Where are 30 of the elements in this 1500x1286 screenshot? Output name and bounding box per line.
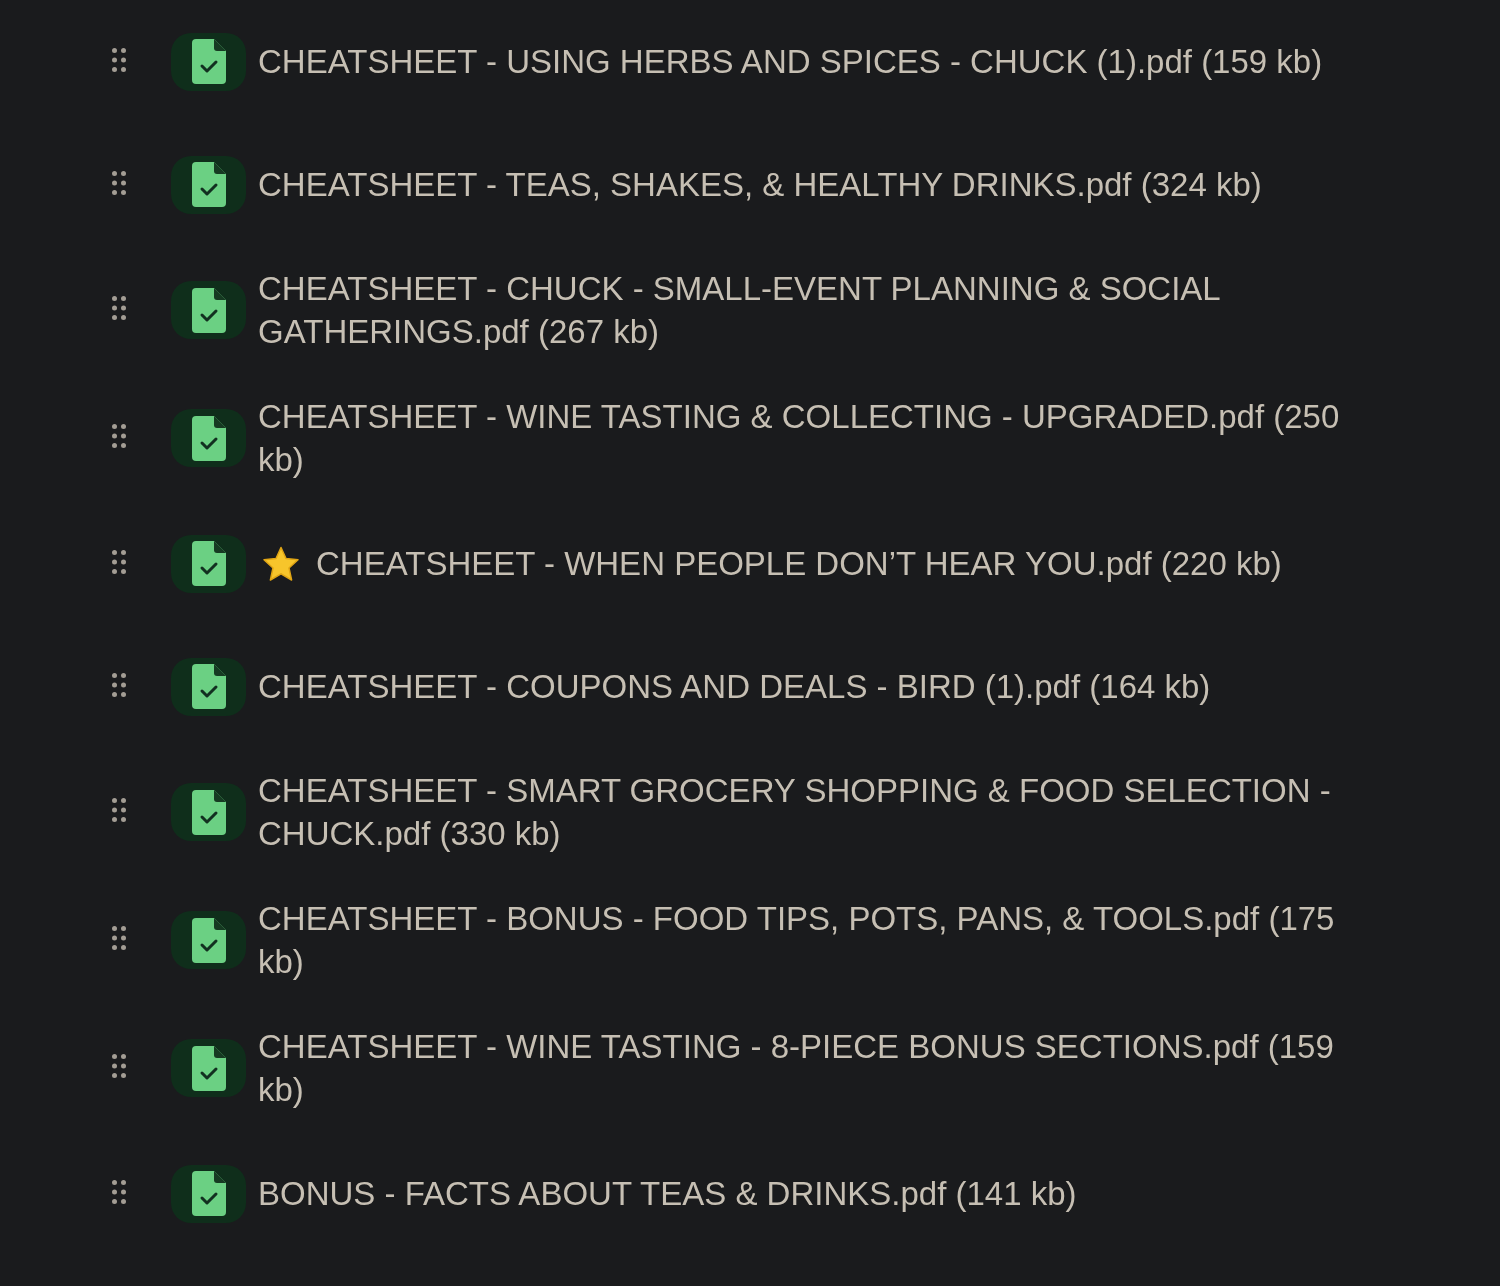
- file-check-icon: [171, 1164, 246, 1223]
- file-name: CHEATSHEET - WINE TASTING & COLLECTING - UPGRADED.pdf (250 kb): [258, 397, 1341, 480]
- file-name: CHEATSHEET - CHUCK - SMALL-EVENT PLANNING & SOCIAL GATHERINGS.pdf (267 kb): [258, 269, 1221, 352]
- drag-handle-icon[interactable]: [112, 926, 126, 950]
- drag-handle-icon[interactable]: [112, 672, 126, 697]
- drag-handle-icon[interactable]: [112, 170, 126, 195]
- file-check-icon: [171, 783, 246, 841]
- drag-handle-icon[interactable]: [112, 798, 126, 822]
- file-check-icon: [171, 281, 246, 339]
- file-check-icon: [171, 155, 246, 214]
- drag-handle-icon[interactable]: [112, 424, 126, 448]
- drag-handle-icon[interactable]: [112, 47, 126, 72]
- file-name: CHEATSHEET - WHEN PEOPLE DON’T HEAR YOU.pdf (220 kb): [316, 544, 1282, 584]
- file-check-icon: [171, 409, 246, 467]
- file-check-icon: [171, 657, 246, 716]
- file-check-icon: [171, 911, 246, 969]
- file-name: CHEATSHEET - COUPONS AND DEALS - BIRD (1).pdf (164 kb): [258, 667, 1212, 707]
- drag-handle-icon[interactable]: [112, 1054, 126, 1078]
- file-name: CHEATSHEET - WINE TASTING - 8-PIECE BONUS SECTIONS.pdf (159 kb): [258, 1027, 1335, 1110]
- file-name: CHEATSHEET - BONUS - FOOD TIPS, POTS, PANS, & TOOLS.pdf (175 kb): [258, 899, 1336, 982]
- file-check-icon: [171, 534, 246, 593]
- file-check-icon: [171, 32, 246, 91]
- file-name: BONUS - FACTS ABOUT TEAS & DRINKS.pdf (141 kb): [258, 1174, 1078, 1214]
- file-check-icon: [171, 1039, 246, 1097]
- drag-handle-icon[interactable]: [112, 296, 126, 320]
- file-name: CHEATSHEET - TEAS, SHAKES, & HEALTHY DRINKS.pdf (324 kb): [258, 165, 1263, 205]
- file-name: CHEATSHEET - USING HERBS AND SPICES - CHUCK (1).pdf (159 kb): [258, 42, 1324, 82]
- file-name: CHEATSHEET - SMART GROCERY SHOPPING & FOOD SELECTION - CHUCK.pdf (330 kb): [258, 771, 1332, 854]
- drag-handle-icon[interactable]: [112, 1179, 126, 1204]
- drag-handle-icon[interactable]: [112, 549, 126, 574]
